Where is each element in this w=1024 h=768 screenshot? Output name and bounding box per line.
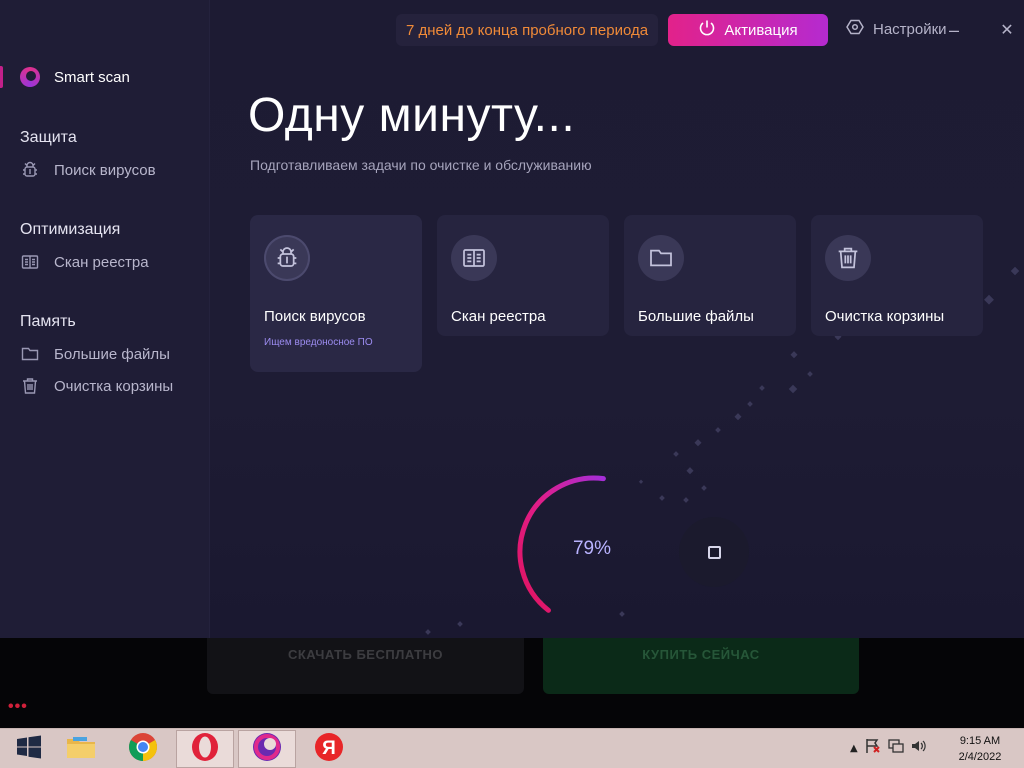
power-icon [698, 19, 716, 41]
settings-label: Настройки [873, 20, 947, 38]
book-icon [451, 235, 497, 281]
active-nav-marker [0, 66, 3, 88]
smart-scan-icon [252, 732, 282, 766]
sidebar-item-large-files[interactable]: Большие файлы [20, 344, 170, 364]
page-title: Одну минуту... [248, 89, 576, 142]
task-card-label: Большие файлы [638, 308, 754, 325]
clock-date: 2/4/2022 [958, 751, 1002, 763]
smart-scan-logo-icon [20, 67, 40, 87]
sidebar: Smart scan Защита Поиск вирусов Оптимиза… [0, 0, 210, 638]
volume-icon[interactable] [911, 738, 927, 758]
svg-text:Я: Я [322, 738, 336, 759]
sidebar-item-label: Очистка корзины [54, 377, 174, 395]
taskbar-file-explorer[interactable] [52, 730, 110, 768]
chrome-icon [128, 732, 158, 766]
clock-time: 9:15 AM [959, 735, 1001, 747]
start-button[interactable] [0, 730, 58, 768]
sidebar-item-registry-scan[interactable]: Скан реестра [20, 252, 149, 272]
sidebar-item-label: Большие файлы [54, 345, 170, 363]
stop-button[interactable] [679, 517, 749, 587]
more-dots[interactable]: ••• [8, 698, 28, 716]
section-title-protection: Защита [20, 129, 77, 146]
task-card-label: Очистка корзины [825, 308, 945, 325]
windows-icon [16, 735, 42, 763]
minimize-button[interactable]: – [944, 16, 964, 44]
close-button[interactable]: ✕ [996, 16, 1018, 44]
stop-icon [707, 545, 721, 559]
task-card-label: Поиск вирусов [264, 308, 366, 325]
opera-icon [190, 732, 220, 766]
task-card-status: Ищем вредоносное ПО [264, 337, 373, 348]
task-card-large-files[interactable]: Большие файлы [624, 215, 796, 336]
taskbar-chrome[interactable] [114, 730, 172, 768]
system-tray: ▲ [850, 738, 927, 758]
app-window: Smart scan Защита Поиск вирусов Оптимиза… [0, 0, 1024, 638]
network-icon[interactable] [888, 738, 904, 758]
folder-icon [65, 733, 97, 765]
gear-icon [846, 18, 864, 40]
sidebar-item-smart-scan[interactable]: Smart scan [20, 67, 130, 87]
section-title-memory: Память [20, 313, 76, 330]
sidebar-item-virus-scan[interactable]: Поиск вирусов [20, 160, 156, 180]
section-title-optimization: Оптимизация [20, 221, 121, 238]
taskbar-smart-scan[interactable] [238, 730, 296, 768]
activate-button[interactable]: Активация [668, 14, 828, 46]
activate-label: Активация [724, 21, 798, 39]
taskbar-yandex[interactable]: Я [300, 730, 358, 768]
taskbar: Я ▲ 9:15 AM 2/4/2022 [0, 728, 1024, 768]
folder-icon [20, 344, 40, 364]
sidebar-item-label: Поиск вирусов [54, 161, 156, 179]
chevron-up-icon[interactable]: ▲ [850, 743, 858, 754]
page-subtitle: Подготавливаем задачи по очистке и обслу… [250, 157, 592, 173]
trash-icon [825, 235, 871, 281]
trash-icon [20, 376, 40, 396]
bug-icon [264, 235, 310, 281]
flag-icon[interactable] [865, 738, 881, 758]
settings-button[interactable]: Настройки [846, 18, 947, 40]
yandex-icon: Я [314, 732, 344, 766]
bug-icon [20, 160, 40, 180]
trial-notice: 7 дней до конца пробного периода [396, 14, 658, 46]
task-card-recycle-bin[interactable]: Очистка корзины [811, 215, 983, 336]
folder-icon [638, 235, 684, 281]
taskbar-opera[interactable] [176, 730, 234, 768]
sidebar-brand-label: Smart scan [54, 68, 130, 86]
clock[interactable]: 9:15 AM 2/4/2022 [948, 733, 1012, 765]
sidebar-item-label: Скан реестра [54, 253, 149, 271]
task-card-virus-scan[interactable]: Поиск вирусов Ищем вредоносное ПО [250, 215, 422, 372]
desktop: СКАЧАТЬ БЕСПЛАТНО КУПИТЬ СЕЙЧАС ••• Smar… [0, 0, 1024, 768]
progress-percent: 79% [572, 538, 612, 559]
task-card-registry-scan[interactable]: Скан реестра [437, 215, 609, 336]
sidebar-item-recycle-bin[interactable]: Очистка корзины [20, 376, 173, 396]
task-card-label: Скан реестра [451, 308, 546, 325]
book-icon [20, 252, 40, 272]
